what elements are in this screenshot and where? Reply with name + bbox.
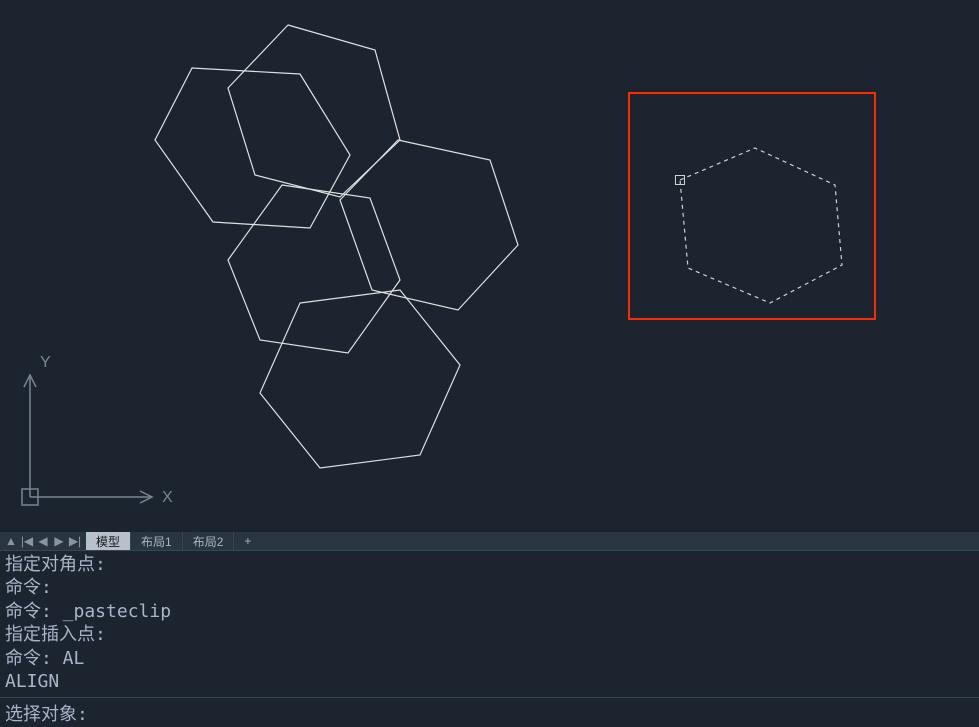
- tab-next-icon[interactable]: ▶: [52, 534, 66, 548]
- hexagon-4[interactable]: [155, 68, 350, 228]
- tab-nav-controls: ▲ |◀ ◀ ▶ ▶|: [0, 534, 86, 548]
- hexagon-1[interactable]: [228, 25, 400, 197]
- history-line: 命令: _pasteclip: [5, 600, 974, 623]
- command-history-panel[interactable]: 指定对角点: 命令: 命令: _pasteclip 指定插入点: 命令: AL …: [0, 550, 979, 695]
- tab-model[interactable]: 模型: [86, 532, 131, 551]
- drawing-canvas[interactable]: Y X: [0, 0, 979, 532]
- hexagon-3[interactable]: [228, 185, 400, 353]
- hexagon-2[interactable]: [340, 140, 518, 310]
- tab-last-icon[interactable]: ▶|: [68, 534, 82, 548]
- ucs-y-label: Y: [40, 354, 51, 371]
- tab-add-button[interactable]: +: [234, 533, 261, 549]
- history-line: 指定插入点:: [5, 623, 974, 646]
- tab-layout2[interactable]: 布局2: [183, 532, 235, 551]
- tab-expand-icon[interactable]: ▲: [4, 534, 18, 548]
- history-line: 命令:: [5, 576, 974, 599]
- tab-prev-icon[interactable]: ◀: [36, 534, 50, 548]
- hexagon-5[interactable]: [260, 290, 460, 468]
- command-prompt-line[interactable]: 选择对象:: [0, 697, 979, 727]
- history-line: 指定对角点:: [5, 553, 974, 576]
- ucs-x-label: X: [162, 489, 173, 506]
- layout-tab-bar: ▲ |◀ ◀ ▶ ▶| 模型 布局1 布局2 +: [0, 532, 979, 550]
- ucs-icon: Y X: [10, 347, 180, 522]
- history-line: 命令: AL: [5, 647, 974, 670]
- tab-layout1[interactable]: 布局1: [131, 532, 183, 551]
- tab-first-icon[interactable]: |◀: [20, 534, 34, 548]
- selection-grip[interactable]: [675, 175, 685, 185]
- history-line: ALIGN: [5, 670, 974, 693]
- selected-hexagon[interactable]: [680, 148, 842, 303]
